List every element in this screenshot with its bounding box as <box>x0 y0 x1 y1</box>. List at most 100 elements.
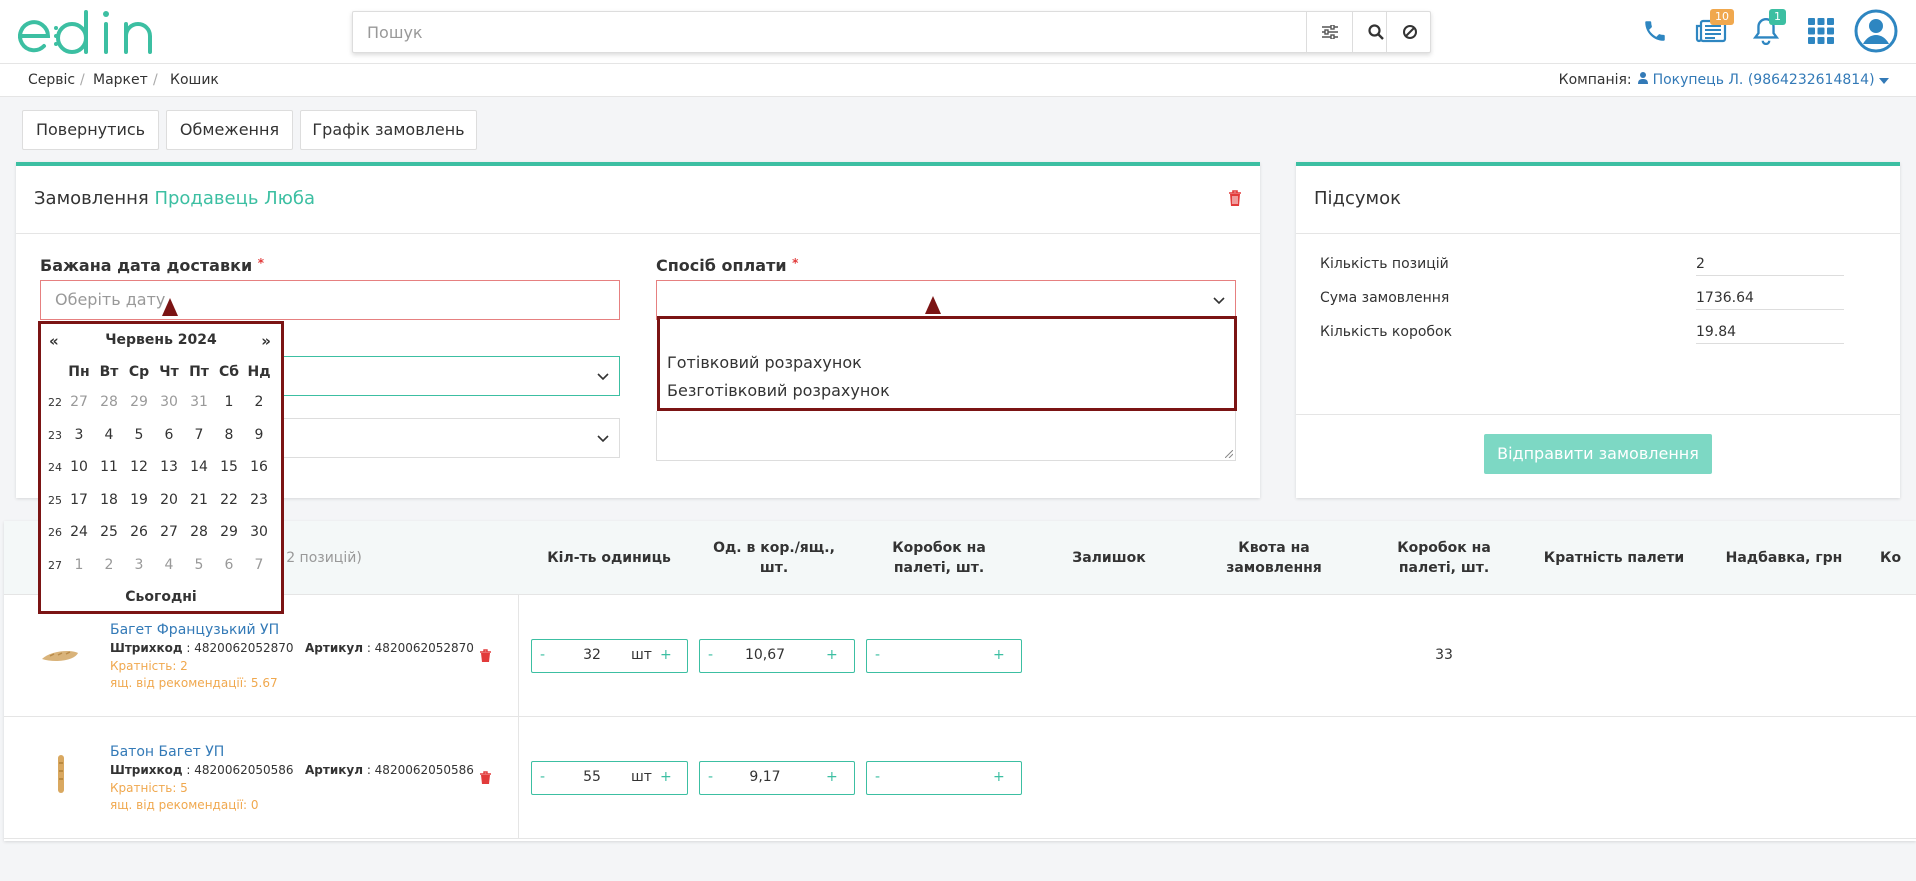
payment-option-cashless[interactable]: Безготівковий розрахунок <box>667 381 890 400</box>
calendar-day[interactable]: 27 <box>154 524 184 540</box>
calendar-month[interactable]: Червень 2024 <box>41 332 281 348</box>
calendar-day[interactable]: 4 <box>94 427 124 443</box>
calendar-day[interactable]: 6 <box>154 427 184 443</box>
product-name[interactable]: Батон Багет УП <box>110 744 224 760</box>
calendar-day[interactable]: 1 <box>214 394 244 410</box>
calendar-day[interactable]: 20 <box>154 492 184 508</box>
delete-row-icon[interactable] <box>479 771 492 785</box>
notifications-button[interactable]: 1 <box>1745 9 1787 52</box>
calendar-day[interactable]: 26 <box>124 524 154 540</box>
trash-icon[interactable] <box>1228 190 1242 207</box>
calendar-day[interactable]: 11 <box>94 459 124 475</box>
phone-button[interactable] <box>1634 10 1676 52</box>
calendar-day[interactable]: 16 <box>244 459 274 475</box>
send-order-button[interactable]: Відправити замовлення <box>1484 434 1712 474</box>
per-box-minus-button[interactable]: - <box>708 647 713 663</box>
calendar-next-button[interactable]: » <box>261 332 271 350</box>
back-button[interactable]: Повернутись <box>22 110 159 150</box>
calendar-day[interactable]: 30 <box>244 524 274 540</box>
calendar-day[interactable]: 23 <box>244 492 274 508</box>
comment-textarea[interactable] <box>656 411 1236 461</box>
breadcrumb-separator: / <box>80 72 85 88</box>
apps-button[interactable] <box>1800 10 1842 52</box>
calendar-day[interactable]: 12 <box>124 459 154 475</box>
per-box-value[interactable]: 10,67 <box>735 647 795 663</box>
summary-positions-value: 2 <box>1696 256 1844 276</box>
calendar-day[interactable]: 13 <box>154 459 184 475</box>
filter-button[interactable] <box>1306 12 1352 52</box>
calendar-day[interactable]: 3 <box>124 557 154 573</box>
calendar-day[interactable]: 28 <box>94 394 124 410</box>
user-avatar[interactable] <box>1854 9 1898 53</box>
calendar-day[interactable]: 2 <box>244 394 274 410</box>
clear-search-button[interactable] <box>1386 12 1432 52</box>
calendar-day[interactable]: 6 <box>214 557 244 573</box>
calendar-day[interactable]: 5 <box>124 427 154 443</box>
order-schedule-button[interactable]: Графік замовлень <box>300 110 477 150</box>
calendar-day[interactable]: 28 <box>184 524 214 540</box>
calendar-day[interactable]: 4 <box>154 557 184 573</box>
order-seller[interactable]: Продавець Люба <box>154 188 315 209</box>
limits-button[interactable]: Обмеження <box>166 110 293 150</box>
payment-option-cash[interactable]: Готівковий розрахунок <box>667 353 862 372</box>
calendar-day[interactable]: 18 <box>94 492 124 508</box>
calendar-day[interactable]: 5 <box>184 557 214 573</box>
breadcrumb-market[interactable]: Маркет <box>93 72 148 88</box>
qty-minus-button[interactable]: - <box>540 769 545 785</box>
product-name[interactable]: Багет Французький УП <box>110 622 279 638</box>
calendar-day[interactable]: 1 <box>64 557 94 573</box>
calendar-day[interactable]: 31 <box>184 394 214 410</box>
delete-row-icon[interactable] <box>479 649 492 663</box>
per-box-stepper[interactable]: - 10,67 + <box>699 639 855 673</box>
pallet-boxes-minus-button[interactable]: - <box>875 647 880 663</box>
edin-logo[interactable] <box>18 8 160 56</box>
search-input[interactable] <box>353 12 1313 52</box>
calendar-day[interactable]: 22 <box>214 492 244 508</box>
calendar-today-button[interactable]: Сьогодні <box>41 589 281 605</box>
calendar-day[interactable]: 10 <box>64 459 94 475</box>
pallet-boxes-plus-button[interactable]: + <box>993 769 1005 785</box>
pallet-boxes-stepper[interactable]: - + <box>866 639 1022 673</box>
per-box-minus-button[interactable]: - <box>708 769 713 785</box>
qty-plus-button[interactable]: + <box>660 769 672 785</box>
qty-minus-button[interactable]: - <box>540 647 545 663</box>
calendar-day[interactable]: 21 <box>184 492 214 508</box>
calendar-day[interactable]: 9 <box>244 427 274 443</box>
calendar-day[interactable]: 24 <box>64 524 94 540</box>
calendar-day[interactable]: 19 <box>124 492 154 508</box>
calendar-day[interactable]: 29 <box>124 394 154 410</box>
calendar-day[interactable]: 3 <box>64 427 94 443</box>
delivery-date-input[interactable]: Оберіть дату <box>40 280 620 320</box>
per-box-plus-button[interactable]: + <box>826 647 838 663</box>
summary-panel-header: Підсумок <box>1296 166 1900 234</box>
calendar-day[interactable]: 14 <box>184 459 214 475</box>
per-box-value[interactable]: 9,17 <box>735 769 795 785</box>
qty-stepper[interactable]: - 55 шт + <box>531 761 688 795</box>
calendar-day[interactable]: 27 <box>64 394 94 410</box>
pallet-boxes-minus-button[interactable]: - <box>875 769 880 785</box>
payment-method-select[interactable] <box>656 280 1236 320</box>
per-box-plus-button[interactable]: + <box>826 769 838 785</box>
calendar-day[interactable]: 17 <box>64 492 94 508</box>
qty-value[interactable]: 32 <box>572 647 612 663</box>
calendar-day[interactable]: 7 <box>184 427 214 443</box>
pallet-boxes-stepper[interactable]: - + <box>866 761 1022 795</box>
qty-value[interactable]: 55 <box>572 769 612 785</box>
pallet-boxes-plus-button[interactable]: + <box>993 647 1005 663</box>
documents-button[interactable]: 10 <box>1690 9 1734 52</box>
calendar-day[interactable]: 29 <box>214 524 244 540</box>
breadcrumb-service[interactable]: Сервіс <box>28 72 75 88</box>
calendar-weekday: Сб <box>218 364 240 380</box>
calendar-day[interactable]: 25 <box>94 524 124 540</box>
calendar-day[interactable]: 8 <box>214 427 244 443</box>
qty-plus-button[interactable]: + <box>660 647 672 663</box>
calendar-day[interactable]: 30 <box>154 394 184 410</box>
col-header-per-box: Од. в кор./ящ., шт. <box>713 540 835 576</box>
calendar-day[interactable]: 2 <box>94 557 124 573</box>
company-selector[interactable]: Компанія: Покупець Л. (9864232614814) <box>1559 72 1889 88</box>
calendar-day[interactable]: 7 <box>244 557 274 573</box>
per-box-stepper[interactable]: - 9,17 + <box>699 761 855 795</box>
qty-stepper[interactable]: - 32 шт + <box>531 639 688 673</box>
calendar-day[interactable]: 15 <box>214 459 244 475</box>
product-multiplicity: Кратність: 2 <box>110 659 188 673</box>
